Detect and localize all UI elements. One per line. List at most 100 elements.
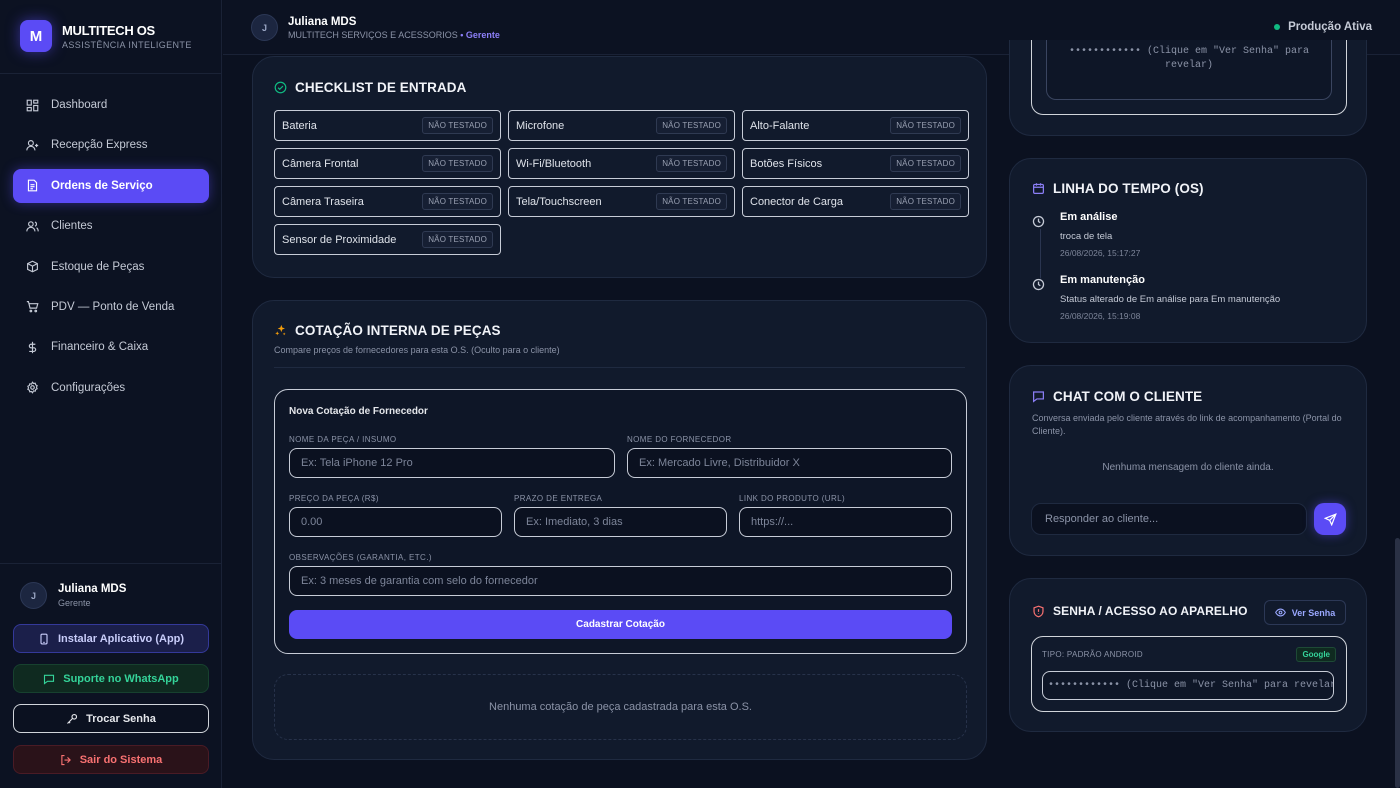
avatar: J — [251, 14, 278, 41]
checklist-item[interactable]: Câmera Frontal NÃO TESTADO — [274, 148, 501, 179]
sidebar-item-parts-stock[interactable]: Estoque de Peças — [13, 250, 209, 284]
product-link-label: LINK DO PRODUTO (URL) — [739, 494, 846, 503]
checklist-item-label: Tela/Touchscreen — [516, 195, 602, 208]
checklist-item-label: Botões Físicos — [750, 157, 823, 170]
user-plus-icon — [26, 139, 39, 151]
checklist-item[interactable]: Sensor de Proximidade NÃO TESTADO — [274, 224, 501, 255]
quote-title-text: COTAÇÃO INTERNA DE PEÇAS — [295, 323, 501, 338]
event-title: Em manutenção — [1060, 274, 1145, 286]
checklist-item-label: Microfone — [516, 119, 565, 132]
logout-icon — [61, 754, 71, 765]
price-label: PREÇO DA PEÇA (R$) — [289, 494, 379, 503]
part-name-label: NOME DA PEÇA / INSUMO — [289, 435, 397, 444]
quote-title: COTAÇÃO INTERNA DE PEÇAS — [274, 323, 501, 338]
product-link-input[interactable]: https://... — [739, 507, 952, 537]
device-password-title-text: SENHA / ACESSO AO APARELHO — [1053, 604, 1248, 618]
send-icon — [1323, 512, 1337, 526]
checklist-card: CHECKLIST DE ENTRADA Bateria NÃO TESTADO M… — [252, 56, 987, 278]
brand-logo: M — [20, 20, 52, 52]
quote-form: Nova Cotação de Fornecedor NOME DA PEÇA … — [274, 389, 967, 654]
password-box: •••••••••••• (Clique em "Ver Senha" para… — [1031, 40, 1347, 115]
price-input[interactable]: 0.00 — [289, 507, 502, 537]
sidebar-divider — [0, 73, 222, 74]
checklist-item[interactable]: Microfone NÃO TESTADO — [508, 110, 735, 141]
sidebar-item-finance[interactable]: Financeiro & Caixa — [13, 330, 209, 364]
check-circle-icon — [274, 81, 287, 94]
event-title: Em análise — [1060, 211, 1118, 223]
box-icon — [27, 260, 38, 273]
dollar-icon — [28, 341, 37, 354]
checklist-item[interactable]: Câmera Traseira NÃO TESTADO — [274, 186, 501, 217]
checklist-item[interactable]: Botões Físicos NÃO TESTADO — [742, 148, 969, 179]
cart-icon — [26, 301, 39, 313]
checklist-item[interactable]: Tela/Touchscreen NÃO TESTADO — [508, 186, 735, 217]
notes-input[interactable]: Ex: 3 meses de garantia com selo do forn… — [289, 566, 952, 596]
sidebar-item-settings[interactable]: Configurações — [13, 371, 209, 405]
event-description: troca de tela — [1060, 231, 1113, 242]
sidebar-item-label: Configurações — [51, 381, 126, 394]
view-password-button[interactable]: Ver Senha — [1264, 600, 1346, 625]
supplier-name-label: NOME DO FORNECEDOR — [627, 435, 732, 444]
masked-password-field: •••••••••••• (Clique em "Ver Senha" para… — [1042, 671, 1334, 700]
status-badge: NÃO TESTADO — [890, 193, 961, 210]
device-password-card: SENHA / ACESSO AO APARELHO Ver Senha TIP… — [1009, 578, 1367, 732]
checklist-grid: Bateria NÃO TESTADO Microfone NÃO TESTADO Al… — [274, 110, 969, 255]
register-quote-button[interactable]: Cadastrar Cotação — [289, 610, 952, 639]
chat-title: CHAT COM O CLIENTE — [1032, 389, 1202, 404]
checklist-title-text: CHECKLIST DE ENTRADA — [295, 80, 467, 95]
brand: M MULTITECH OS ASSISTÊNCIA INTELIGENTE — [20, 20, 192, 52]
timeline-title-text: LINHA DO TEMPO (OS) — [1053, 181, 1204, 196]
sidebar-item-reception[interactable]: Recepção Express — [13, 128, 209, 162]
sidebar-item-pos[interactable]: PDV — Ponto de Venda — [13, 290, 209, 324]
chat-card: CHAT COM O CLIENTE Conversa enviada pelo… — [1009, 365, 1367, 556]
timeline-title: LINHA DO TEMPO (OS) — [1032, 181, 1204, 196]
change-password-button[interactable]: Trocar Senha — [13, 704, 209, 733]
checklist-item[interactable]: Alto-Falante NÃO TESTADO — [742, 110, 969, 141]
logout-button[interactable]: Sair do Sistema — [13, 745, 209, 774]
quote-empty-state: Nenhuma cotação de peça cadastrada para … — [274, 674, 967, 740]
smartphone-icon — [40, 633, 48, 644]
chat-empty-state: Nenhuma mensagem do cliente ainda. — [1102, 462, 1274, 473]
sparkles-icon — [275, 324, 286, 336]
dashboard-icon — [26, 99, 39, 111]
part-name-input[interactable]: Ex: Tela iPhone 12 Pro — [289, 448, 615, 478]
checklist-item-label: Sensor de Proximidade — [282, 233, 397, 246]
header-user-name: Juliana MDS — [288, 15, 357, 28]
password-box: TIPO: PADRÃO ANDROID Google ••••••••••••… — [1031, 636, 1347, 712]
event-date: 26/08/2026, 15:17:27 — [1060, 248, 1141, 258]
sidebar-item-label: Dashboard — [51, 99, 108, 111]
user-role: Gerente — [58, 598, 91, 608]
checklist-item-label: Conector de Carga — [750, 195, 843, 208]
scrollbar[interactable] — [1395, 538, 1400, 788]
logout-label: Sair do Sistema — [79, 753, 163, 766]
checklist-item[interactable]: Conector de Carga NÃO TESTADO — [742, 186, 969, 217]
install-app-button[interactable]: Instalar Aplicativo (App) — [13, 624, 209, 653]
chat-icon — [1033, 391, 1044, 403]
sidebar-item-clients[interactable]: Clientes — [13, 209, 209, 243]
status-badge: NÃO TESTADO — [890, 155, 961, 172]
sidebar-item-service-orders[interactable]: Ordens de Serviço — [13, 168, 209, 203]
supplier-name-input[interactable]: Ex: Mercado Livre, Distribuidor X — [627, 448, 952, 478]
send-button[interactable] — [1314, 503, 1346, 535]
checklist-item[interactable]: Wi-Fi/Bluetooth NÃO TESTADO — [508, 148, 735, 179]
deadline-input[interactable]: Ex: Imediato, 3 dias — [514, 507, 727, 537]
checklist-item-label: Alto-Falante — [750, 119, 810, 132]
status-badge: NÃO TESTADO — [656, 155, 727, 172]
checklist-item-label: Câmera Frontal — [282, 157, 359, 170]
checklist-item[interactable]: Bateria NÃO TESTADO — [274, 110, 501, 141]
chat-reply-input[interactable]: Responder ao cliente... — [1031, 503, 1307, 535]
user-name: Juliana MDS — [58, 583, 127, 595]
checklist-title: CHECKLIST DE ENTRADA — [274, 80, 467, 95]
key-icon — [67, 713, 78, 724]
install-app-label: Instalar Aplicativo (App) — [57, 632, 185, 645]
sidebar-item-dashboard[interactable]: Dashboard — [13, 88, 209, 122]
production-status: Produção Ativa — [1274, 21, 1372, 33]
clock-icon — [1032, 215, 1045, 228]
google-badge: Google — [1296, 647, 1336, 662]
status-badge: NÃO TESTADO — [422, 117, 493, 134]
status-badge: NÃO TESTADO — [890, 117, 961, 134]
whatsapp-support-button[interactable]: Suporte no WhatsApp — [13, 664, 209, 693]
sidebar-nav: Dashboard Recepção Express Ordens de Ser… — [13, 88, 209, 411]
sidebar-item-label: Estoque de Peças — [51, 260, 145, 273]
view-password-label: Ver Senha — [1291, 607, 1336, 618]
